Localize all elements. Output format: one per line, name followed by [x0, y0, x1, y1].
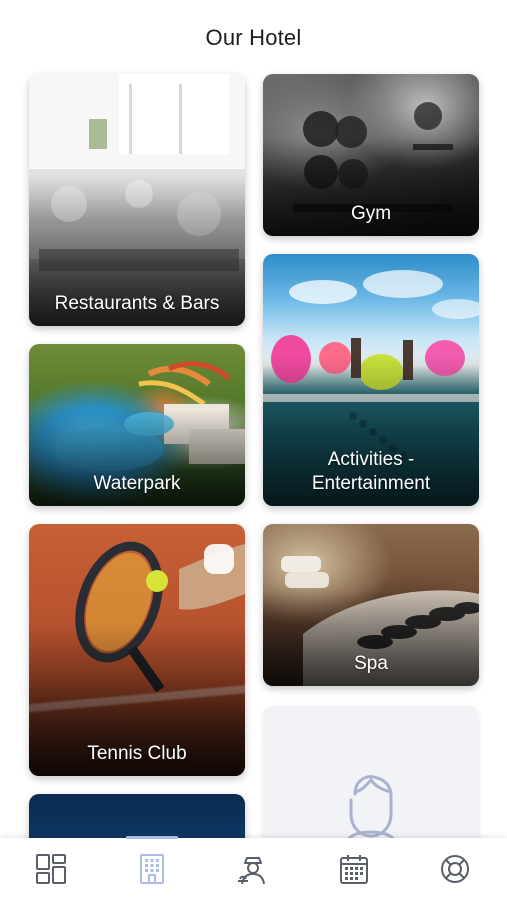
concierge-icon	[236, 852, 270, 886]
card-gym[interactable]: Gym	[263, 74, 479, 236]
tab-calendar[interactable]	[303, 838, 404, 900]
card-label: Activities - Entertainment	[311, 449, 431, 494]
page-title: Our Hotel	[205, 24, 302, 50]
tab-dashboard[interactable]	[0, 838, 101, 900]
card-activities-entertainment[interactable]: Activities - Entertainment	[263, 254, 479, 506]
person-placeholder-icon	[337, 770, 405, 846]
card-label: Tennis Club	[87, 743, 187, 764]
calendar-icon	[337, 852, 371, 886]
dashboard-icon	[34, 852, 68, 886]
hotel-building-icon	[135, 852, 169, 886]
tab-help[interactable]	[404, 838, 505, 900]
card-label: Spa	[354, 653, 388, 674]
card-tennis-club[interactable]: Tennis Club	[29, 524, 245, 776]
card-label: Restaurants & Bars	[54, 293, 220, 314]
header: Our Hotel	[0, 0, 507, 75]
card-waterpark[interactable]: Waterpark	[29, 344, 245, 506]
lifebuoy-icon	[438, 852, 472, 886]
placeholder-card	[263, 706, 479, 846]
card-label: Gym	[350, 203, 392, 224]
tab-hotel[interactable]	[101, 838, 202, 900]
card-restaurants-bars[interactable]: Restaurants & Bars	[29, 74, 245, 326]
bottom-tab-bar	[0, 836, 507, 900]
card-spa[interactable]: Spa	[263, 524, 479, 686]
card-label: Waterpark	[93, 473, 181, 494]
tab-concierge[interactable]	[202, 838, 303, 900]
